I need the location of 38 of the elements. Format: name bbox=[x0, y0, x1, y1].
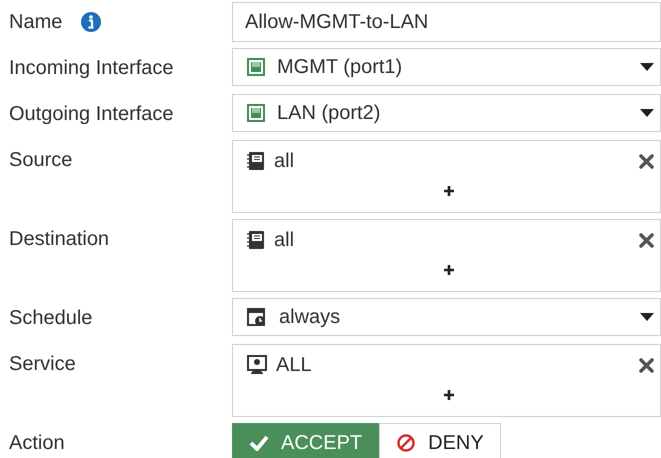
remove-icon[interactable] bbox=[639, 232, 654, 248]
multi-select-field[interactable]: ALL bbox=[232, 344, 661, 417]
action-toggle[interactable]: DENY bbox=[379, 423, 501, 458]
name-field[interactable]: Allow-MGMT-to-LAN bbox=[232, 2, 661, 42]
checkmark-icon bbox=[249, 435, 269, 451]
multi-select-field[interactable]: all bbox=[232, 219, 661, 292]
add-icon[interactable] bbox=[442, 389, 454, 401]
selected-entry: all bbox=[274, 228, 296, 253]
multi-select-field[interactable]: all bbox=[232, 140, 661, 213]
info-icon[interactable] bbox=[80, 11, 102, 33]
selected-entry: ALL bbox=[276, 353, 313, 378]
address-book-icon bbox=[247, 151, 265, 171]
field-label: Schedule bbox=[9, 306, 92, 331]
field-label: Destination bbox=[9, 227, 110, 252]
dropdown-caret-icon[interactable] bbox=[640, 63, 654, 71]
dropdown-field[interactable]: MGMT (port1) bbox=[232, 48, 661, 86]
field-label: Source bbox=[9, 148, 72, 173]
dropdown-caret-icon[interactable] bbox=[640, 313, 654, 321]
add-icon[interactable] bbox=[442, 264, 454, 276]
add-icon[interactable] bbox=[442, 185, 454, 197]
calendar-clock-icon bbox=[247, 307, 267, 327]
field-label: Service bbox=[9, 352, 76, 377]
prohibited-icon bbox=[396, 433, 416, 453]
remove-icon[interactable] bbox=[639, 358, 654, 372]
dropdown-field[interactable]: LAN (port2) bbox=[232, 94, 661, 132]
service-user-icon bbox=[247, 355, 267, 375]
action-toggle[interactable]: ACCEPT bbox=[232, 423, 380, 458]
dropdown-field[interactable]: always bbox=[232, 298, 661, 336]
dropdown-caret-icon[interactable] bbox=[640, 109, 654, 117]
field-label: Outgoing Interface bbox=[9, 102, 174, 127]
remove-icon[interactable] bbox=[639, 154, 654, 168]
field-label: Name bbox=[9, 10, 62, 35]
network-port-icon bbox=[247, 104, 265, 122]
address-book-icon bbox=[247, 230, 265, 250]
selected-entry: all bbox=[274, 149, 296, 174]
network-port-icon bbox=[247, 58, 265, 76]
field-label: Incoming Interface bbox=[9, 56, 174, 81]
field-label: Action bbox=[9, 431, 65, 456]
